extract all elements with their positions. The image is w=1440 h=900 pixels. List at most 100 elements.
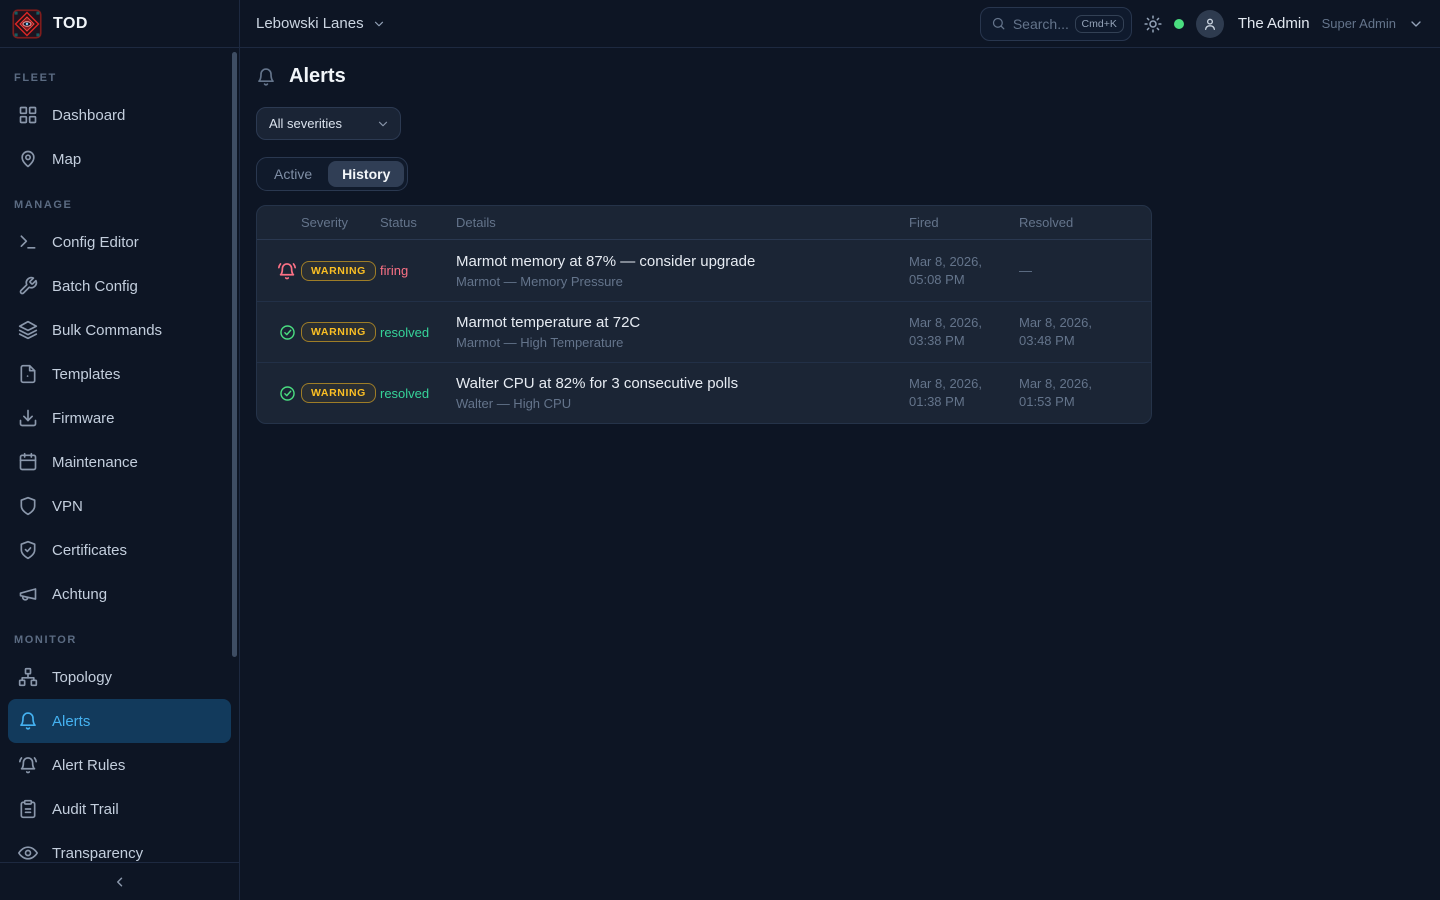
fired-time: Mar 8, 2026, 01:38 PM [909, 375, 1019, 410]
sidebar-item-label: Transparency [52, 845, 143, 862]
search-box[interactable]: Cmd+K [980, 7, 1132, 41]
column-header-resolved: Resolved [1019, 215, 1135, 230]
sidebar-item-vpn[interactable]: VPN [8, 484, 231, 528]
alert-title: Walter CPU at 82% for 3 consecutive poll… [456, 375, 899, 392]
alert-row[interactable]: WARNINGfiringMarmot memory at 87% — cons… [257, 240, 1151, 301]
severity-filter-value: All severities [269, 116, 342, 131]
tab-active[interactable]: Active [260, 161, 326, 187]
sidebar-item-config-editor[interactable]: Config Editor [8, 220, 231, 264]
alert-subtitle: Marmot — Memory Pressure [456, 274, 899, 289]
topbar-right: Cmd+K The Admin Super Admin [980, 7, 1424, 41]
shield-check-icon [18, 540, 38, 560]
sidebar-section-label-manage: Manage [8, 181, 231, 220]
status-text: resolved [380, 386, 456, 401]
bell-ring-icon [273, 261, 301, 281]
sidebar-item-certificates[interactable]: Certificates [8, 528, 231, 572]
topbar: Lebowski Lanes Cmd+K The Admin Super Adm… [240, 0, 1440, 48]
column-header-severity: Severity [301, 215, 380, 230]
alert-row[interactable]: WARNING resolvedMarmot temperature at 72C… [257, 301, 1151, 362]
sidebar-item-label: Achtung [52, 586, 107, 603]
layers-icon [18, 320, 38, 340]
alerts-table-header: Severity Status Details Fired Resolved [257, 206, 1151, 240]
sidebar-scrollbar[interactable] [232, 52, 237, 657]
megaphone-icon [18, 584, 38, 604]
page-header: Alerts [256, 65, 1424, 88]
fired-time: Mar 8, 2026, 03:38 PM [909, 314, 1019, 349]
site-selector[interactable]: Lebowski Lanes [256, 15, 386, 32]
site-selector-label: Lebowski Lanes [256, 15, 364, 32]
download-icon [18, 408, 38, 428]
sidebar-item-achtung[interactable]: Achtung [8, 572, 231, 616]
sidebar-item-maintenance[interactable]: Maintenance [8, 440, 231, 484]
alerts-tab-group: ActiveHistory [256, 157, 408, 191]
sidebar-section-label-fleet: Fleet [8, 54, 231, 93]
terminal-icon [18, 232, 38, 252]
avatar[interactable] [1196, 10, 1224, 38]
user-menu-chevron-icon[interactable] [1408, 16, 1424, 32]
main-column: Lebowski Lanes Cmd+K The Admin Super Adm… [240, 0, 1440, 900]
sidebar-item-alert-rules[interactable]: Alert Rules [8, 743, 231, 787]
severity-badge: WARNING [301, 383, 376, 403]
theme-toggle-button[interactable] [1144, 15, 1162, 33]
sidebar-section-label-monitor: Monitor [8, 616, 231, 655]
sidebar-item-batch-config[interactable]: Batch Config [8, 264, 231, 308]
alert-row[interactable]: WARNING resolvedWalter CPU at 82% for 3 c… [257, 362, 1151, 423]
chevron-down-icon [372, 17, 386, 31]
sidebar-item-audit-trail[interactable]: Audit Trail [8, 787, 231, 831]
alert-title: Marmot memory at 87% — consider upgrade [456, 253, 899, 270]
sidebar-item-label: Batch Config [52, 278, 138, 295]
sidebar-item-firmware[interactable]: Firmware [8, 396, 231, 440]
resolved-time: Mar 8, 2026, 01:53 PM [1019, 375, 1135, 410]
sidebar-item-label: VPN [52, 498, 83, 515]
sidebar-item-label: Bulk Commands [52, 322, 162, 339]
brand-header: TOD [0, 0, 239, 48]
sidebar-item-bulk-commands[interactable]: Bulk Commands [8, 308, 231, 352]
fired-time: Mar 8, 2026, 05:08 PM [909, 253, 1019, 288]
column-header-fired: Fired [909, 215, 1019, 230]
sidebar-item-label: Map [52, 151, 81, 168]
sidebar-item-label: Config Editor [52, 234, 139, 251]
severity-badge: WARNING [301, 261, 376, 281]
clipboard-icon [18, 799, 38, 819]
dashboard-icon [18, 105, 38, 125]
sidebar-item-dashboard[interactable]: Dashboard [8, 93, 231, 137]
alert-details: Marmot temperature at 72CMarmot — High T… [456, 314, 909, 350]
sidebar-item-alerts[interactable]: Alerts [8, 699, 231, 743]
bell-ring-icon [18, 755, 38, 775]
alert-details: Marmot memory at 87% — consider upgrade M… [456, 253, 909, 289]
column-header-details: Details [456, 215, 909, 230]
sidebar-item-transparency[interactable]: Transparency [8, 831, 231, 862]
severity-badge: WARNING [301, 322, 376, 342]
user-name: The Admin [1238, 15, 1310, 32]
sidebar-item-label: Certificates [52, 542, 127, 559]
brand-logo-icon [12, 9, 42, 39]
chevron-down-icon [376, 117, 390, 131]
sidebar-nav: FleetDashboard Map Manage Config Editor Batc… [0, 48, 239, 862]
alert-subtitle: Marmot — High Temperature [456, 335, 899, 350]
sidebar-item-label: Maintenance [52, 454, 138, 471]
sidebar-item-label: Firmware [52, 410, 115, 427]
sidebar-item-label: Alerts [52, 713, 90, 730]
topology-icon [18, 667, 38, 687]
sidebar-item-topology[interactable]: Topology [8, 655, 231, 699]
alert-details: Walter CPU at 82% for 3 consecutive poll… [456, 375, 909, 411]
page-content: Alerts All severities ActiveHistory Seve… [240, 48, 1440, 900]
calendar-icon [18, 452, 38, 472]
eye-icon [18, 843, 38, 862]
resolved-time: Mar 8, 2026, 03:48 PM [1019, 314, 1135, 349]
search-shortcut-badge: Cmd+K [1075, 15, 1124, 33]
file-icon [18, 364, 38, 384]
sidebar-item-map[interactable]: Map [8, 137, 231, 181]
check-circle-icon [273, 385, 301, 402]
severity-filter-select[interactable]: All severities [256, 107, 401, 140]
status-text: resolved [380, 325, 456, 340]
tab-history[interactable]: History [328, 161, 404, 187]
shield-icon [18, 496, 38, 516]
sidebar-collapse-button[interactable] [0, 862, 239, 900]
brand-name: TOD [53, 15, 88, 33]
column-header-status: Status [380, 215, 456, 230]
resolved-time: — [1019, 262, 1135, 280]
search-input[interactable] [1013, 16, 1068, 32]
sidebar-item-templates[interactable]: Templates [8, 352, 231, 396]
sidebar-item-label: Alert Rules [52, 757, 125, 774]
